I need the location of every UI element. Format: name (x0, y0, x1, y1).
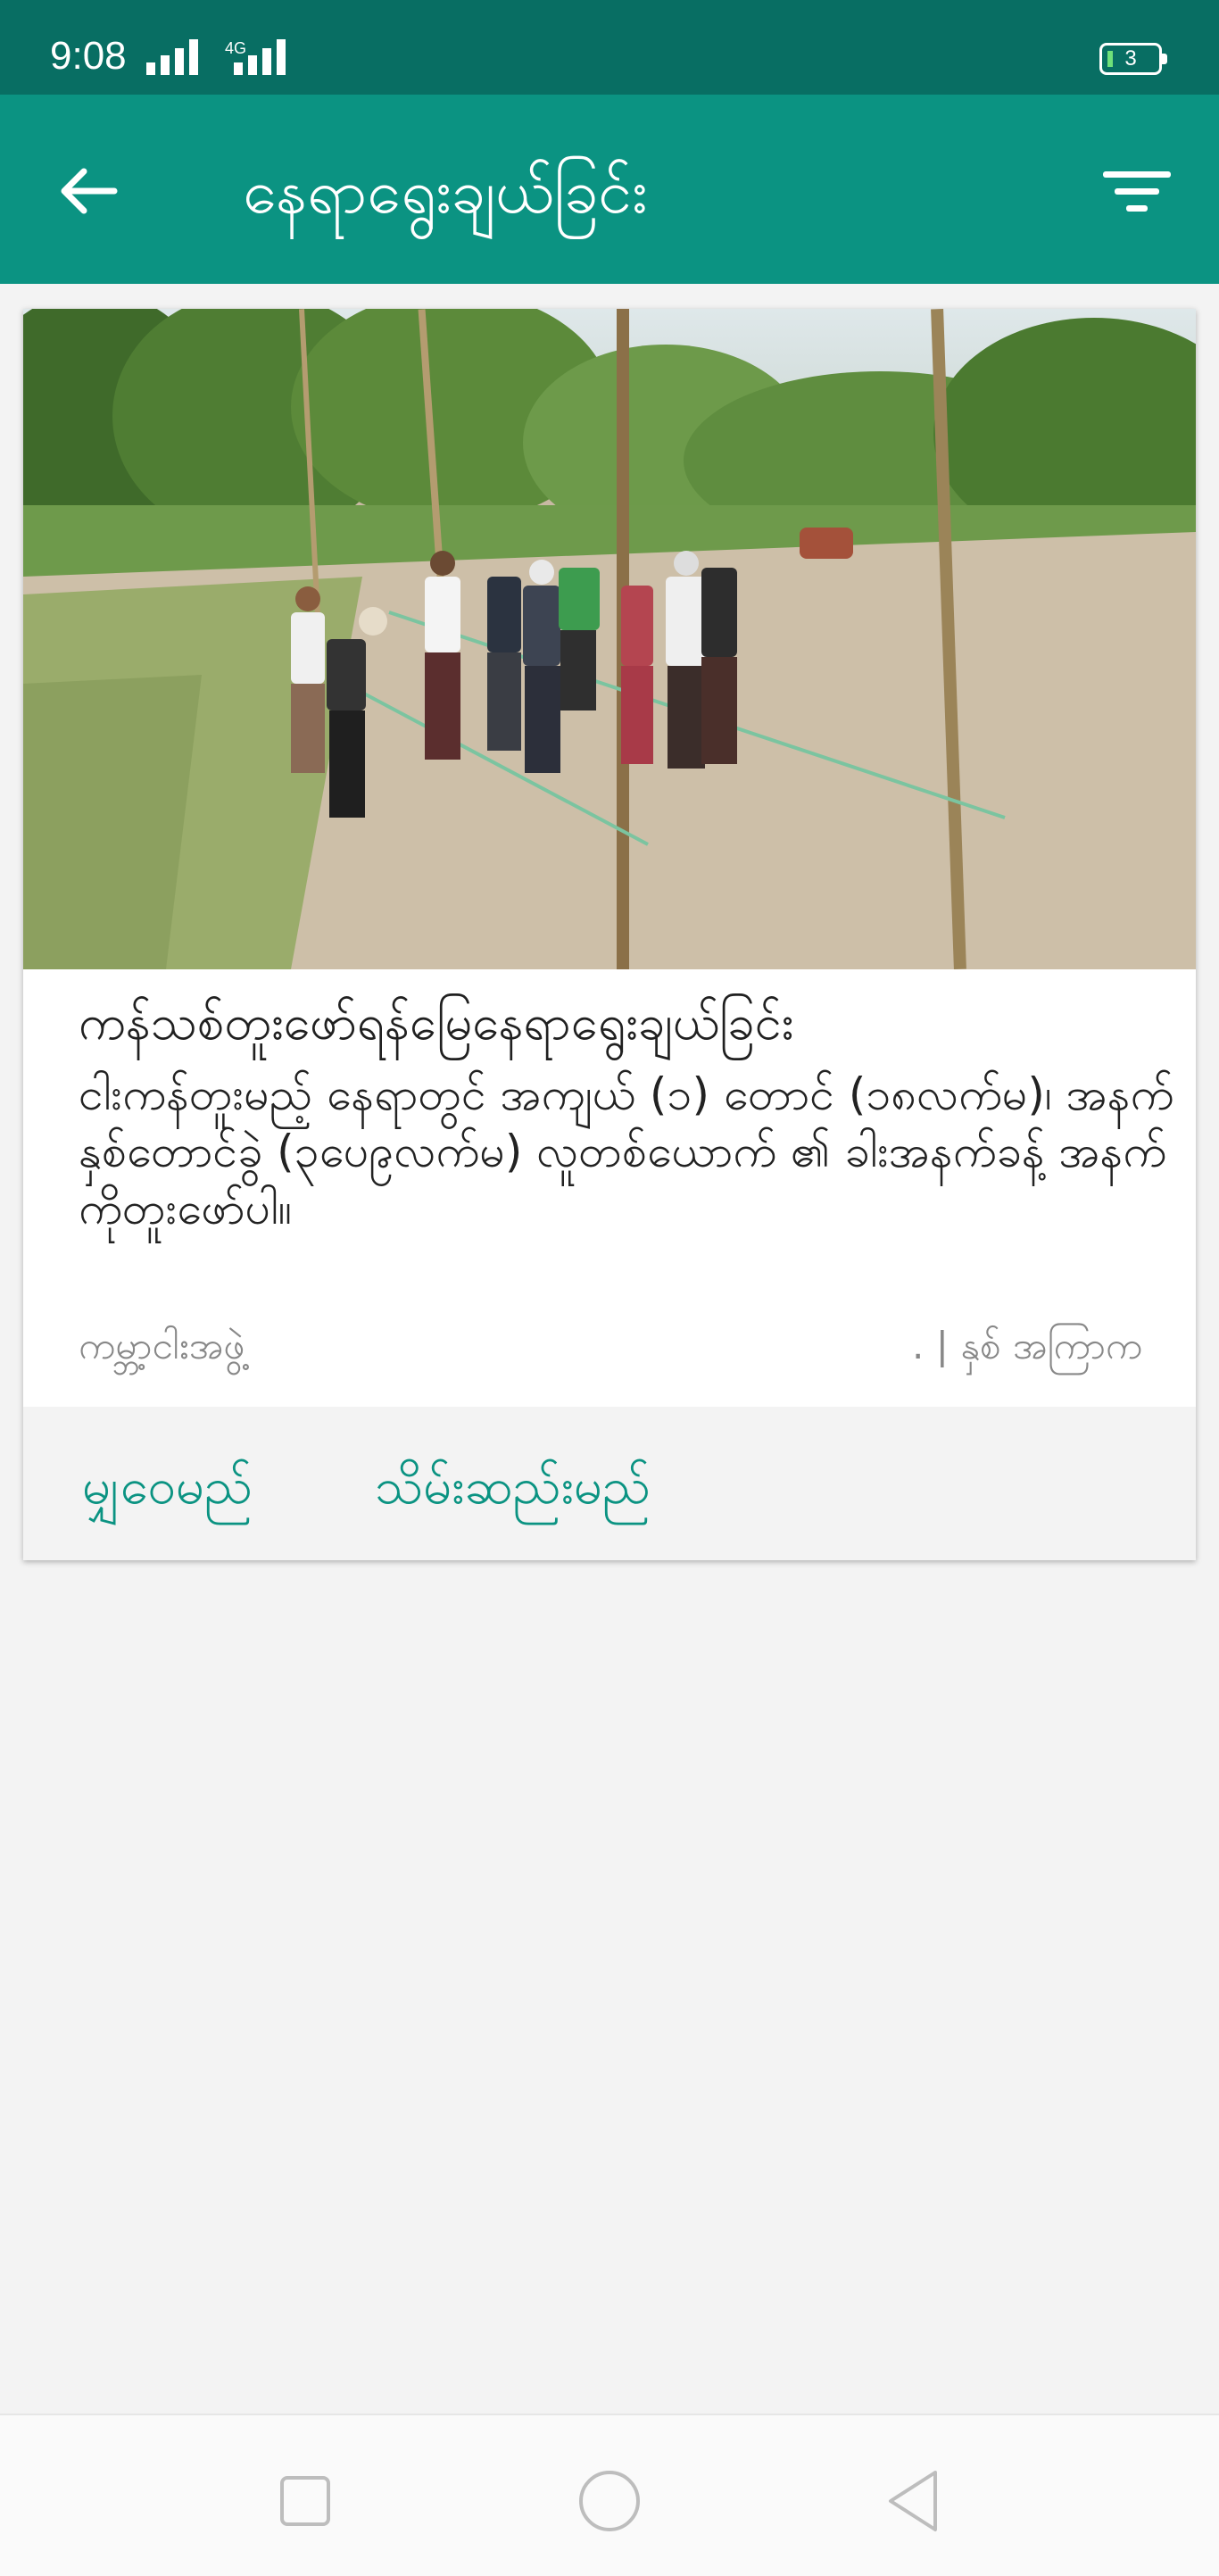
card-actions: မျှဝေမည် သိမ်းဆည်းမည် (23, 1407, 1196, 1560)
battery-icon: 3 (1099, 43, 1167, 75)
article-card[interactable]: ကန်သစ်တူးဖော်ရန်မြေနေရာရွေးချယ်ခြင်း ငါး… (23, 309, 1196, 1560)
article-title: ကန်သစ်တူးဖော်ရန်မြေနေရာရွေးချယ်ခြင်း (79, 994, 794, 1051)
page-title: နေရာရွေးချယ်ခြင်း (243, 157, 648, 228)
article-description: ငါးကန်တူးမည့် နေရာတွင် အကျယ် (၁) တောင် (… (79, 1068, 1174, 1234)
share-button[interactable]: မျှဝေမည် (82, 1455, 253, 1528)
system-nav-bar (0, 2414, 1219, 2576)
square-icon[interactable] (270, 2465, 341, 2537)
status-time: 9:08 (50, 34, 127, 78)
signal-icon (146, 39, 200, 75)
arrow-left-icon[interactable] (57, 159, 121, 223)
article-time: . | နှစ် အကြာက (912, 1324, 1142, 1367)
signal-4g-icon (234, 39, 287, 75)
status-bar: 9:08 4G 3 (0, 0, 1219, 95)
save-button[interactable]: သိမ်းဆည်းမည် (375, 1455, 651, 1528)
article-source: ကမ္ဘာ့ငါးအဖွဲ့ (79, 1324, 245, 1367)
battery-level: 3 (1124, 46, 1137, 71)
article-image (23, 309, 1196, 969)
filter-icon[interactable] (1103, 166, 1171, 216)
app-bar: နေရာရွေးချယ်ခြင်း (0, 95, 1219, 284)
triangle-back-icon[interactable] (878, 2465, 949, 2537)
article-body: ကန်သစ်တူးဖော်ရန်မြေနေရာရွေးချယ်ခြင်း ငါး… (23, 969, 1196, 1407)
circle-icon[interactable] (574, 2465, 645, 2537)
